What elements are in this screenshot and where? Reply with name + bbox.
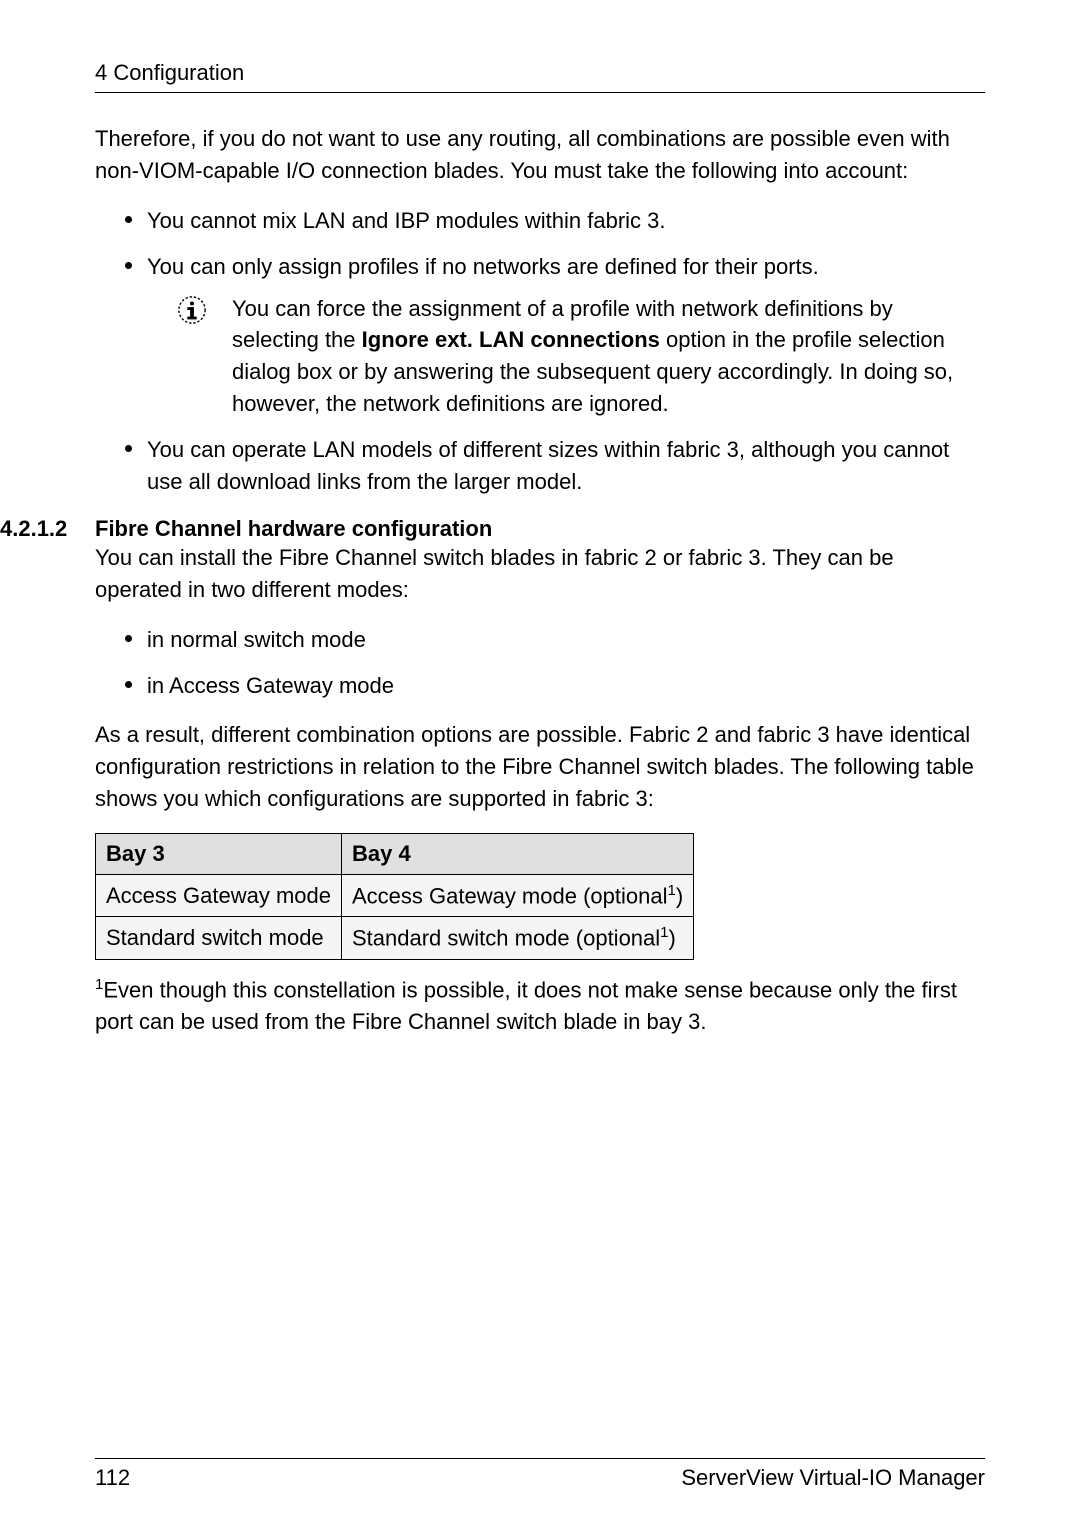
table-cell: Access Gateway mode: [96, 875, 342, 917]
intro-paragraph: Therefore, if you do not want to use any…: [95, 123, 985, 187]
page-number: 112: [95, 1465, 130, 1491]
table-header-cell: Bay 3: [96, 834, 342, 875]
footnote-text: Even though this constellation is possib…: [95, 977, 957, 1034]
section-paragraph-2: As a result, different combination optio…: [95, 719, 985, 815]
section-heading-row: 4.2.1.2 Fibre Channel hardware configura…: [0, 516, 985, 542]
cell-superscript: 1: [660, 924, 668, 941]
header-divider: [95, 92, 985, 93]
cell-superscript: 1: [667, 882, 675, 899]
list-item: You cannot mix LAN and IBP modules withi…: [125, 205, 985, 237]
list-item: You can operate LAN models of different …: [125, 434, 985, 498]
cell-text-pre: Standard switch mode (optional: [352, 926, 660, 951]
info-icon: [177, 295, 207, 325]
page-header: 4 Configuration: [95, 60, 985, 93]
config-table: Bay 3 Bay 4 Access Gateway mode Access G…: [95, 833, 694, 960]
cell-text-pre: Access Gateway mode (optional: [352, 883, 668, 908]
footnote: 1Even though this constellation is possi…: [95, 974, 985, 1038]
page-footer: 112 ServerView Virtual-IO Manager: [95, 1458, 985, 1491]
info-text: You can force the assignment of a profil…: [232, 293, 985, 421]
cell-text-post: ): [676, 883, 683, 908]
product-name: ServerView Virtual-IO Manager: [681, 1465, 985, 1491]
table-cell: Standard switch mode: [96, 917, 342, 959]
list-item: in normal switch mode: [125, 624, 985, 656]
main-bullet-list: You cannot mix LAN and IBP modules withi…: [95, 205, 985, 498]
cell-text-post: ): [669, 926, 676, 951]
table-header-row: Bay 3 Bay 4: [96, 834, 694, 875]
footer-divider: [95, 1458, 985, 1459]
section-paragraph-1: You can install the Fibre Channel switch…: [95, 542, 985, 606]
section-heading: Fibre Channel hardware configuration: [95, 516, 985, 542]
footer-row: 112 ServerView Virtual-IO Manager: [95, 1465, 985, 1491]
chapter-title: 4 Configuration: [95, 60, 985, 86]
table-row: Access Gateway mode Access Gateway mode …: [96, 875, 694, 917]
mode-bullet-list: in normal switch mode in Access Gateway …: [95, 624, 985, 702]
list-item: You can only assign profiles if no netwo…: [125, 251, 985, 420]
section-number: 4.2.1.2: [0, 516, 95, 542]
list-item: in Access Gateway mode: [125, 670, 985, 702]
info-text-bold: Ignore ext. LAN connections: [362, 327, 660, 352]
table-cell: Standard switch mode (optional1): [341, 917, 693, 959]
table-header-cell: Bay 4: [341, 834, 693, 875]
info-block: You can force the assignment of a profil…: [147, 293, 985, 421]
table-cell: Access Gateway mode (optional1): [341, 875, 693, 917]
table-row: Standard switch mode Standard switch mod…: [96, 917, 694, 959]
list-item-text: You can only assign profiles if no netwo…: [147, 254, 819, 279]
